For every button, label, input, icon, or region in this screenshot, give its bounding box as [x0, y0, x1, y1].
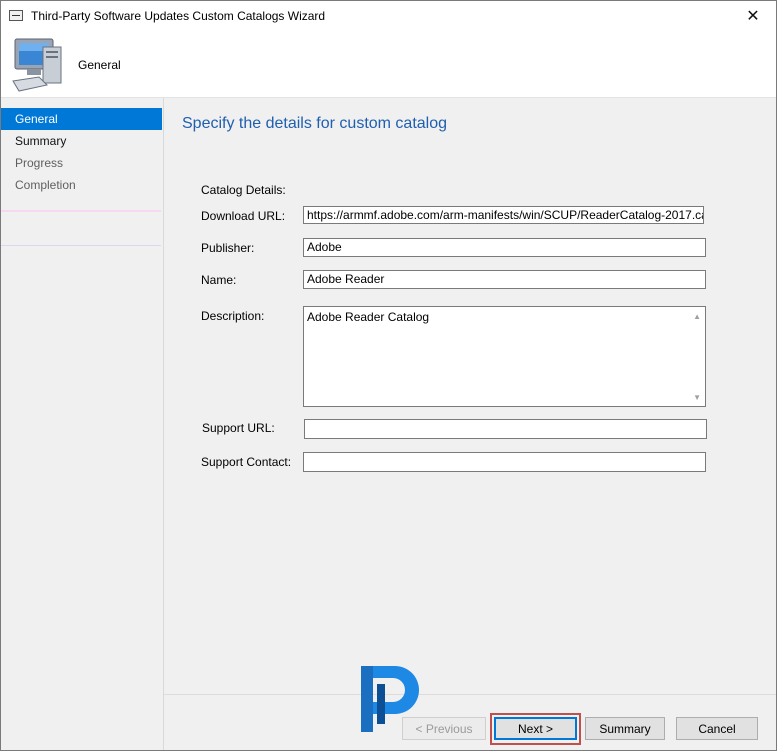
nav-item-progress: Progress [15, 156, 64, 170]
wizard-header: General [1, 31, 776, 98]
wizard-window: Third-Party Software Updates Custom Cata… [0, 0, 777, 751]
render-artifact-line [1, 245, 161, 246]
name-field[interactable]: Adobe Reader [303, 270, 706, 289]
support-url-field[interactable] [304, 419, 707, 439]
app-window-icon [9, 10, 23, 21]
catalog-details-label: Catalog Details: [201, 183, 286, 197]
download-url-label: Download URL: [201, 209, 286, 223]
publisher-field[interactable]: Adobe [303, 238, 706, 257]
nav-item-general[interactable]: General [1, 108, 162, 130]
computer-icon [12, 38, 62, 92]
render-artifact-line [1, 210, 161, 212]
support-contact-field[interactable] [303, 452, 706, 472]
wizard-footer: < Previous Next > Summary Cancel [164, 694, 776, 750]
description-field[interactable]: Adobe Reader Catalog ▲ ▼ [303, 306, 706, 407]
watermark-logo-icon [361, 666, 419, 732]
download-url-field[interactable]: https://armmf.adobe.com/arm-manifests/wi… [303, 206, 704, 224]
scroll-down-arrow-icon[interactable]: ▼ [693, 393, 701, 402]
close-button[interactable]: ✕ [730, 1, 776, 31]
name-label: Name: [201, 273, 237, 287]
support-contact-label: Support Contact: [201, 455, 292, 469]
title-bar: Third-Party Software Updates Custom Cata… [1, 1, 776, 31]
description-label: Description: [201, 309, 265, 323]
nav-item-summary[interactable]: Summary [1, 130, 162, 152]
summary-button[interactable]: Summary [585, 717, 665, 740]
wizard-content: Specify the details for custom catalog C… [164, 98, 776, 694]
support-url-label: Support URL: [202, 421, 275, 435]
page-title: General [78, 58, 121, 72]
publisher-label: Publisher: [201, 241, 255, 255]
description-text: Adobe Reader Catalog [307, 310, 430, 324]
next-button[interactable]: Next > [494, 717, 577, 740]
window-title: Third-Party Software Updates Custom Cata… [31, 9, 326, 23]
nav-item-completion: Completion [15, 178, 76, 192]
scroll-up-arrow-icon[interactable]: ▲ [693, 312, 701, 321]
wizard-nav: General Summary Progress Completion [1, 98, 164, 750]
cancel-button[interactable]: Cancel [676, 717, 758, 740]
content-heading: Specify the details for custom catalog [182, 115, 448, 132]
